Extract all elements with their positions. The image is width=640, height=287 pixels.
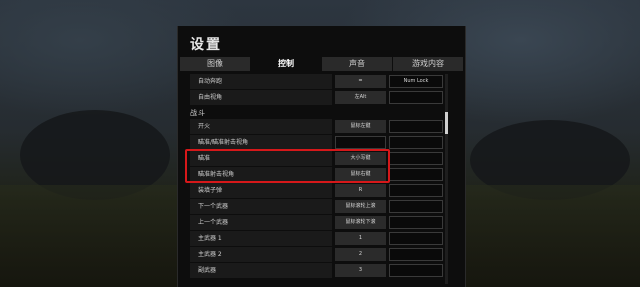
action-label: 主武器 1 [190,231,332,246]
primary-key-button[interactable]: 左Alt [335,91,386,104]
scrollbar-thumb[interactable] [445,112,448,134]
primary-key-button[interactable]: 鼠标滚轮上滚 [335,200,386,213]
settings-tabs: 图像 控制 声音 游戏内容 [180,57,463,71]
highlight-box [185,149,390,183]
action-label: 上一个武器 [190,215,332,230]
secondary-key-button[interactable] [389,216,443,229]
primary-key-button[interactable]: 鼠标左键 [335,120,386,133]
action-label: 下一个武器 [190,199,332,214]
keybind-row-primary-2: 主武器 2 2 [190,247,450,262]
action-label: 副武器 [190,263,332,278]
secondary-key-button[interactable] [389,120,443,133]
keybind-row-secondary-weapon: 副武器 3 [190,263,450,278]
action-label: 自动奔跑 [190,74,332,89]
keybind-row-free-look: 自由视角 左Alt [190,90,450,105]
keybind-row-auto-run: 自动奔跑 = Num Lock [190,74,450,89]
action-label: 开火 [190,119,332,134]
primary-key-button[interactable]: = [335,75,386,88]
secondary-key-button[interactable] [389,184,443,197]
secondary-key-button[interactable] [389,200,443,213]
primary-key-button[interactable]: 1 [335,232,386,245]
keybind-row-fire: 开火 鼠标左键 [190,119,450,134]
secondary-key-button[interactable] [389,264,443,277]
tab-sound[interactable]: 声音 [322,57,392,71]
secondary-key-button[interactable] [389,136,443,149]
settings-title: 设置 [190,37,222,53]
action-label: 主武器 2 [190,247,332,262]
secondary-key-button[interactable] [389,248,443,261]
primary-key-button[interactable]: 鼠标滚轮下滚 [335,216,386,229]
keybind-row-aim-ads: 瞄准/瞄准射击视角 [190,135,450,150]
tab-graphics[interactable]: 图像 [180,57,250,71]
action-label: 瞄准/瞄准射击视角 [190,135,332,150]
tab-gameplay[interactable]: 游戏内容 [393,57,463,71]
action-label: 装填子弹 [190,183,332,198]
secondary-key-button[interactable]: Num Lock [389,75,443,88]
section-header-combat: 战斗 [190,109,206,117]
secondary-key-button[interactable] [389,152,443,165]
secondary-key-button[interactable] [389,232,443,245]
secondary-key-button[interactable] [389,91,443,104]
scrollbar-track[interactable] [445,74,448,284]
primary-key-button[interactable]: 3 [335,264,386,277]
primary-key-button[interactable]: 2 [335,248,386,261]
keybind-row-prev-weapon: 上一个武器 鼠标滚轮下滚 [190,215,450,230]
primary-key-button[interactable]: R [335,184,386,197]
action-label: 自由视角 [190,90,332,105]
keybind-row-primary-1: 主武器 1 1 [190,231,450,246]
primary-key-button[interactable] [335,136,386,149]
keybind-row-next-weapon: 下一个武器 鼠标滚轮上滚 [190,199,450,214]
keybind-row-reload: 装填子弹 R [190,183,450,198]
secondary-key-button[interactable] [389,168,443,181]
tab-controls[interactable]: 控制 [251,57,321,71]
